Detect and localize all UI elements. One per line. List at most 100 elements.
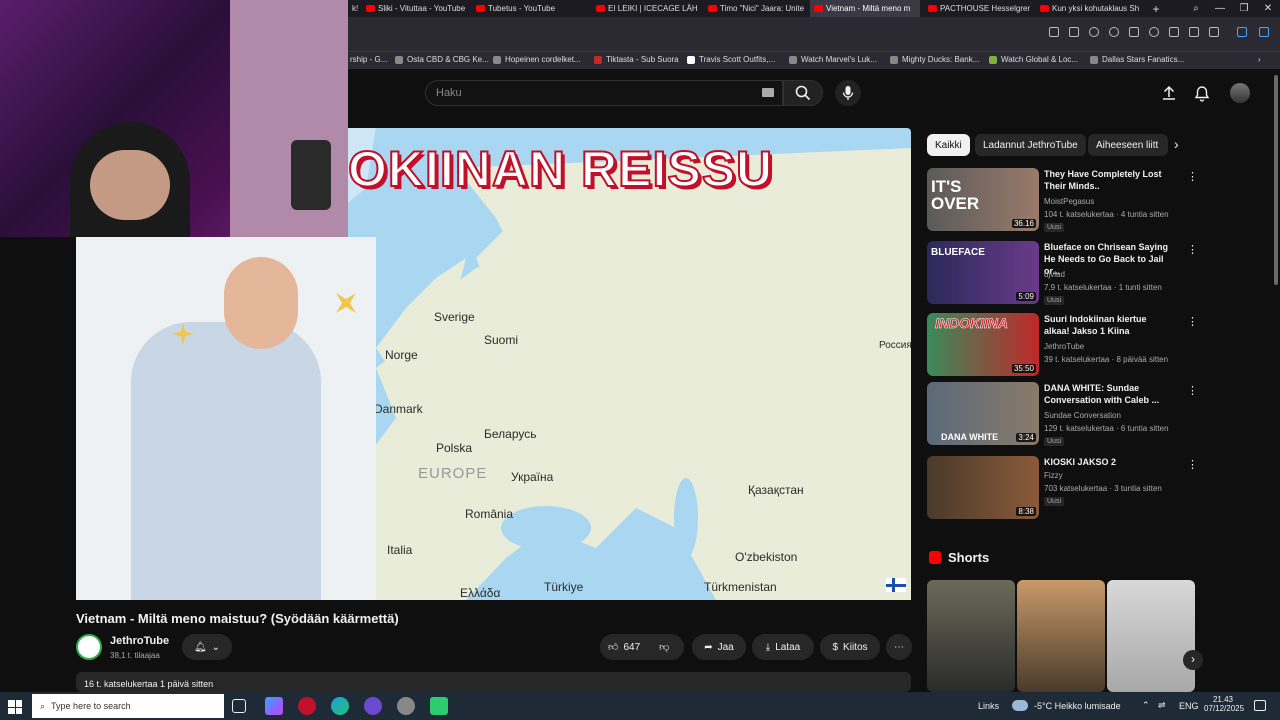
thumbs-up-icon[interactable]: 👍︎	[608, 641, 618, 653]
shield-icon[interactable]	[1089, 27, 1099, 37]
video-thumbnail[interactable]: INDOKIINA 35:50	[927, 313, 1039, 376]
browser-tab[interactable]: Timo "Nici" Jaara: Unite	[704, 0, 808, 17]
recommendation-item[interactable]: IT'S OVER 36.16 They Have Completely Los…	[927, 168, 1198, 232]
chevron-up-icon[interactable]: ⌃	[1142, 700, 1150, 711]
channel-name[interactable]: JethroTube	[110, 635, 169, 647]
weather-text[interactable]: -5°C Heikko lumisade	[1034, 701, 1121, 711]
more-vert-icon[interactable]: ⋮	[1187, 384, 1198, 397]
close-window-button[interactable]: ✕	[1256, 0, 1280, 17]
recommendation-channel[interactable]: Fizzy	[1044, 471, 1063, 480]
avatar[interactable]	[1230, 83, 1250, 103]
play-icon[interactable]	[1129, 27, 1139, 37]
more-actions-button[interactable]: ⋯	[886, 634, 912, 660]
bookmark-item[interactable]: rship - G...	[350, 55, 387, 64]
bookmark-item[interactable]: Watch Marvel's Luk...	[789, 55, 877, 64]
bookmark-item[interactable]: Tiktasta - Sub Suora	[594, 55, 679, 64]
chip-all[interactable]: Kaikki	[927, 134, 970, 156]
download-button[interactable]: ⤓ Lataa	[752, 634, 814, 660]
video-thumbnail[interactable]: BLUEFACE 5:09	[927, 241, 1039, 304]
edge-icon[interactable]	[331, 697, 349, 715]
app-icon[interactable]	[397, 697, 415, 715]
app-icon[interactable]	[364, 697, 382, 715]
bookmark-item[interactable]: Mighty Ducks: Bank...	[890, 55, 979, 64]
recommendation-title[interactable]: They Have Completely Lost Their Minds..	[1044, 168, 1174, 192]
search-input[interactable]: Haku	[425, 80, 783, 106]
bookmarks-overflow-icon[interactable]: ›	[1258, 55, 1261, 64]
browser-tab[interactable]: k!	[348, 0, 362, 17]
search-icon[interactable]: ⌕	[1184, 0, 1208, 17]
scrollbar-thumb[interactable]	[1274, 75, 1278, 285]
recommendation-item[interactable]: 8:38 KIOSKI JAKSO 2 Fizzy 703 katseluker…	[927, 456, 1198, 520]
more-vert-icon[interactable]: ⋮	[1187, 243, 1198, 256]
upload-icon[interactable]	[1161, 85, 1177, 101]
recommendation-channel[interactable]: djvlad	[1044, 270, 1065, 279]
recommendation-channel[interactable]: Sundae Conversation	[1044, 411, 1121, 420]
minimize-button[interactable]: —	[1208, 0, 1232, 17]
app-icon[interactable]	[430, 697, 448, 715]
browser-tab[interactable]: Kun yksi kohutaklaus Sh	[1036, 0, 1144, 17]
share-button[interactable]: ➦ Jaa	[692, 634, 746, 660]
recommendation-channel[interactable]: JethroTube	[1044, 342, 1084, 351]
like-count[interactable]: 647	[623, 642, 640, 653]
video-thumbnail[interactable]: DANA WHITE 3:24	[927, 382, 1039, 445]
clock[interactable]: 21.43 07/12/2025	[1204, 695, 1244, 713]
short-thumbnail[interactable]	[1017, 580, 1105, 692]
links-toolbar[interactable]: Links	[978, 701, 999, 711]
browser-tab-active[interactable]: Vietnam - Miltä meno m	[810, 0, 920, 17]
menu-icon[interactable]	[1189, 27, 1199, 37]
recommendation-item[interactable]: INDOKIINA 35:50 Suuri Indokiinan kiertue…	[927, 313, 1198, 377]
network-icon[interactable]: ⇌	[1158, 700, 1166, 711]
chevron-right-icon[interactable]: ›	[1183, 650, 1203, 670]
browser-tab[interactable]: Sliki - Vituttaa - YouTube	[362, 0, 468, 17]
search-button[interactable]	[783, 80, 823, 106]
bookmark-item[interactable]: Travis Scott Outfits,...	[687, 55, 775, 64]
bell-icon[interactable]	[1194, 85, 1210, 102]
task-view-icon[interactable]	[232, 699, 246, 713]
bookmark-item[interactable]: Osta CBD & CBG Ke...	[395, 55, 489, 64]
browser-tab[interactable]: Tubetus - YouTube	[472, 0, 582, 17]
chip-related[interactable]: Aiheeseen liitt	[1088, 134, 1168, 156]
thumbs-down-icon[interactable]: 👎︎	[659, 641, 669, 653]
description-box[interactable]: 16 t. katselukertaa 1 päivä sitten	[76, 672, 911, 692]
windows-start-icon[interactable]	[8, 700, 22, 714]
taskbar-search-input[interactable]: ⌕ Type here to search	[32, 694, 224, 718]
chevron-right-icon[interactable]: ›	[1174, 136, 1179, 152]
keyboard-icon[interactable]	[762, 88, 774, 97]
video-thumbnail[interactable]: 8:38	[927, 456, 1039, 519]
subscribed-button[interactable]: 🔔︎ ⌄	[182, 634, 232, 660]
cube-icon[interactable]	[1259, 27, 1269, 37]
recommendation-title[interactable]: DANA WHITE: Sundae Conversation with Cal…	[1044, 382, 1174, 406]
bookmark-item[interactable]: Hopeinen cordelket...	[493, 55, 581, 64]
recommendation-item[interactable]: DANA WHITE 3:24 DANA WHITE: Sundae Conve…	[927, 382, 1198, 446]
notification-icon[interactable]	[1254, 700, 1266, 711]
edit-icon[interactable]	[1049, 27, 1059, 37]
recommendation-item[interactable]: BLUEFACE 5:09 Blueface on Chrisean Sayin…	[927, 241, 1198, 305]
recommendation-title[interactable]: Suuri Indokiinan kiertue alkaa! Jakso 1 …	[1044, 313, 1174, 337]
vpn-icon[interactable]	[1109, 27, 1119, 37]
browser-tab[interactable]: EI LEIKI | ICECAGE LÄHEN	[592, 0, 698, 17]
browser-tab[interactable]: PACTHOUSE Hesselgren	[924, 0, 1030, 17]
camera-icon[interactable]	[1069, 27, 1079, 37]
channel-avatar[interactable]	[76, 634, 102, 660]
chip-uploaded-by[interactable]: Ladannut JethroTube	[975, 134, 1086, 156]
maximize-button[interactable]: ❐	[1232, 0, 1256, 17]
short-thumbnail[interactable]	[927, 580, 1015, 692]
voice-search-button[interactable]	[835, 80, 861, 106]
language-indicator[interactable]: ENG	[1179, 701, 1199, 711]
recommendation-channel[interactable]: MoistPegasus	[1044, 197, 1094, 206]
download-icon[interactable]	[1169, 27, 1179, 37]
new-tab-button[interactable]: +	[1144, 0, 1168, 17]
more-vert-icon[interactable]: ⋮	[1187, 315, 1198, 328]
bookmark-item[interactable]: Watch Global & Loc...	[989, 55, 1078, 64]
video-thumbnail[interactable]: IT'S OVER 36.16	[927, 168, 1039, 231]
opera-icon[interactable]	[298, 697, 316, 715]
more-vert-icon[interactable]: ⋮	[1187, 170, 1198, 183]
thanks-button[interactable]: $ Kiitos	[820, 634, 880, 660]
heart-icon[interactable]	[1149, 27, 1159, 37]
bookmark-item[interactable]: Dallas Stars Fanatics...	[1090, 55, 1184, 64]
lock-icon[interactable]	[1209, 27, 1219, 37]
more-vert-icon[interactable]: ⋮	[1187, 458, 1198, 471]
extension-icon[interactable]	[1237, 27, 1247, 37]
short-thumbnail[interactable]	[1107, 580, 1195, 692]
recommendation-title[interactable]: KIOSKI JAKSO 2	[1044, 456, 1174, 468]
